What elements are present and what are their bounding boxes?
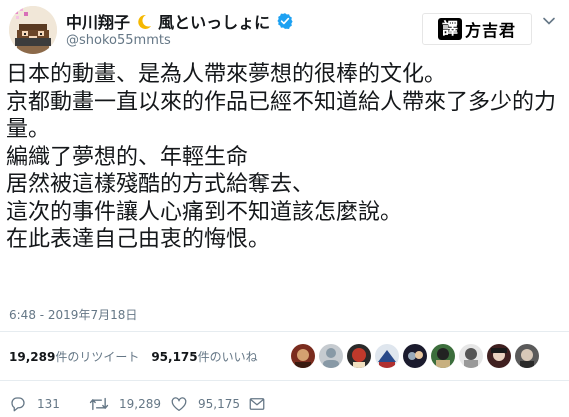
liker-avatar[interactable] — [290, 343, 316, 369]
watermark-label: 譯 — [437, 18, 462, 40]
tweet-text: 日本的動畫、是為人帶來夢想的很棒的文化。 京都動畫一直以來的作品已經不知道給人帶… — [6, 62, 557, 252]
retweet-stat-count: 19,289 — [9, 350, 56, 364]
crescent-moon-icon — [137, 14, 152, 34]
author-handle[interactable]: @shoko55mmts — [66, 33, 171, 48]
tweet: 中川翔子 風といっしょに @shoko55mmts 譯 方吉君 日本的動畫、是為… — [0, 0, 569, 417]
tweet-timestamp[interactable]: 6:48 - 2019年7月18日 — [9, 306, 137, 323]
chevron-down-icon[interactable] — [539, 14, 559, 28]
liker-avatar[interactable] — [374, 343, 400, 369]
liker-avatar[interactable] — [318, 343, 344, 369]
author-avatar[interactable] — [9, 6, 57, 54]
verified-badge-icon — [276, 12, 294, 30]
like-button[interactable]: 95,175 — [170, 395, 240, 413]
tweet-actions: 131 19,289 95,175 — [0, 393, 569, 417]
tweet-stats: 19,289件のリツイート 95,175件のいいね — [9, 348, 258, 365]
like-count: 95,175 — [198, 397, 240, 411]
author-name[interactable]: 中川翔子 風といっしょに — [66, 9, 270, 34]
direct-message-button[interactable] — [248, 395, 266, 413]
reply-button[interactable]: 131 — [9, 395, 60, 413]
like-stat-count: 95,175 — [151, 350, 198, 364]
liker-avatar[interactable] — [514, 343, 540, 369]
author-name-part1: 中川翔子 — [66, 12, 131, 32]
like-stat[interactable]: 95,175件のいいね — [151, 350, 257, 364]
retweet-stat[interactable]: 19,289件のリツイート — [9, 350, 139, 364]
liker-avatar[interactable] — [486, 343, 512, 369]
envelope-icon — [248, 395, 266, 413]
like-stat-label: 件のいいね — [197, 350, 258, 364]
liker-avatar[interactable] — [430, 343, 456, 369]
liker-avatar[interactable] — [458, 343, 484, 369]
author-name-row[interactable]: 中川翔子 風といっしょに — [66, 9, 294, 33]
liker-avatar[interactable] — [346, 343, 372, 369]
liker-avatar[interactable] — [402, 343, 428, 369]
reply-count: 131 — [37, 397, 60, 411]
retweet-count: 19,289 — [119, 397, 161, 411]
liker-avatars — [290, 343, 540, 369]
reply-icon — [9, 395, 27, 413]
divider — [0, 331, 569, 332]
retweet-button[interactable]: 19,289 — [89, 395, 161, 413]
heart-icon — [170, 395, 188, 413]
divider — [0, 380, 569, 381]
retweet-stat-label: 件のリツイート — [55, 350, 140, 364]
author-name-part2: 風といっしょに — [158, 12, 271, 32]
retweet-icon — [89, 395, 109, 413]
watermark-name: 方吉君 — [465, 21, 517, 40]
translator-watermark: 譯 方吉君 — [422, 13, 532, 45]
